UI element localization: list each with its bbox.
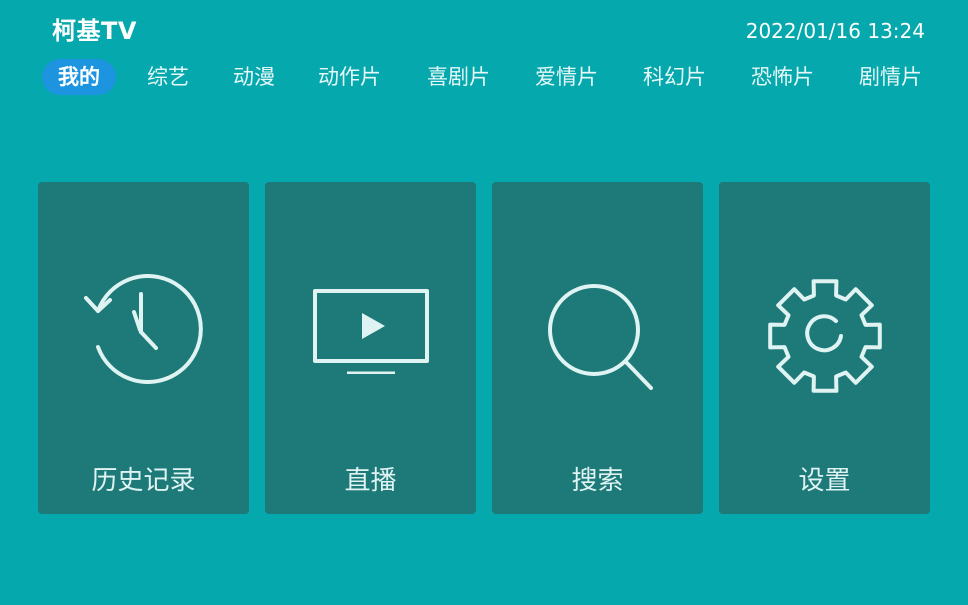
clock: 2022/01/16 13:24 — [745, 19, 925, 43]
search-label: 搜索 — [571, 466, 624, 496]
history-icon — [83, 274, 203, 384]
tab-comedy[interactable]: 喜剧片 — [427, 59, 490, 95]
tab-action[interactable]: 动作片 — [318, 59, 381, 95]
tab-mine[interactable]: 我的 — [42, 59, 116, 95]
category-tabs: 我的 综艺 动漫 动作片 喜剧片 爱情片 科幻片 恐怖片 剧情片 — [42, 59, 928, 95]
history-label: 历史记录 — [91, 466, 196, 496]
live-tv-icon — [312, 289, 429, 374]
search-icon — [547, 284, 653, 390]
tab-variety[interactable]: 综艺 — [147, 59, 189, 95]
gear-icon — [767, 279, 882, 393]
tab-horror[interactable]: 恐怖片 — [751, 59, 814, 95]
tab-romance[interactable]: 爱情片 — [535, 59, 598, 95]
app-title: 柯基TV — [52, 17, 137, 45]
search-tile[interactable]: 搜索 — [492, 182, 703, 514]
tab-anime[interactable]: 动漫 — [233, 59, 275, 95]
tab-scifi[interactable]: 科幻片 — [643, 59, 706, 95]
settings-label: 设置 — [798, 466, 851, 496]
live-tv-label: 直播 — [344, 466, 397, 496]
tab-drama[interactable]: 剧情片 — [859, 59, 922, 95]
settings-tile[interactable]: 设置 — [719, 182, 930, 514]
history-tile[interactable]: 历史记录 — [38, 182, 249, 514]
live-tv-tile[interactable]: 直播 — [265, 182, 476, 514]
